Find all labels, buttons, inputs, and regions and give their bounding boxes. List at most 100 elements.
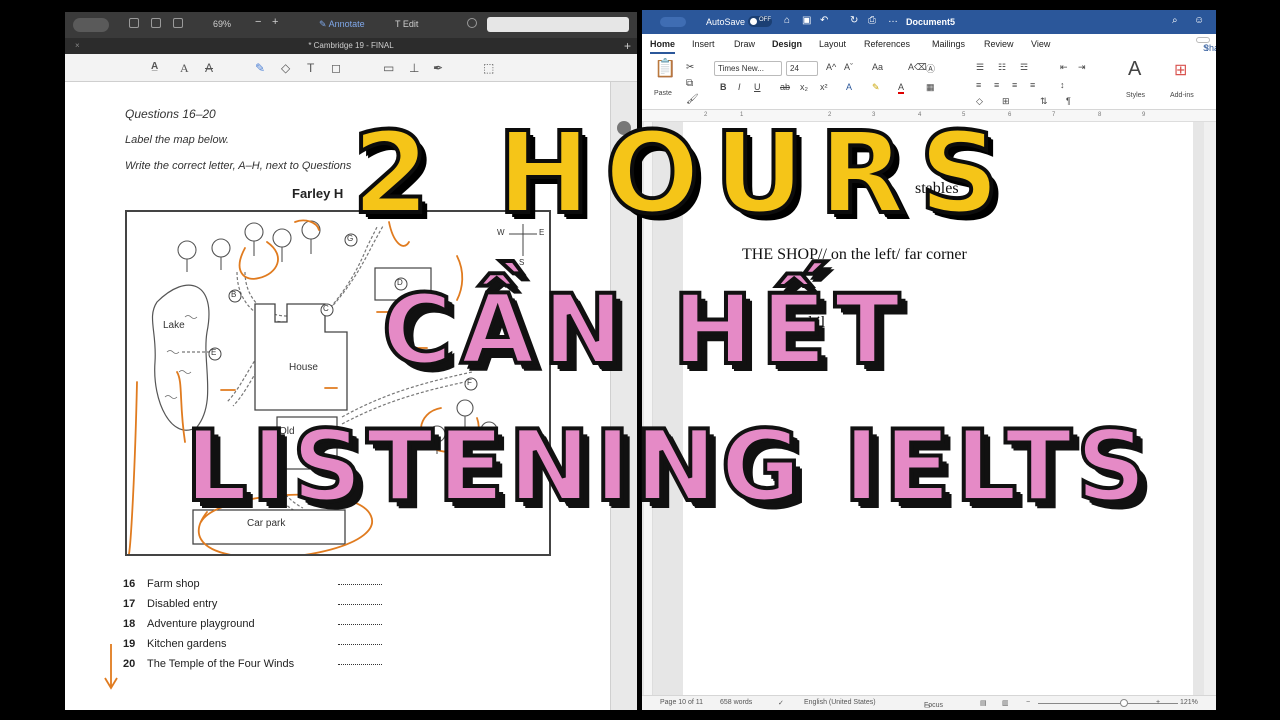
font-size-select[interactable]: 24 xyxy=(786,61,818,76)
justify-icon[interactable]: ≡ xyxy=(1030,80,1035,90)
more-icon[interactable]: … xyxy=(888,14,898,25)
autosave-toggle[interactable]: OFF xyxy=(748,16,772,27)
comment-icon[interactable]: ▭ xyxy=(383,61,394,75)
word-scrollbar[interactable] xyxy=(1204,122,1216,695)
grid-view-icon[interactable] xyxy=(151,18,161,28)
text-box-icon[interactable]: T xyxy=(307,61,314,75)
eraser-icon[interactable]: ◇ xyxy=(281,61,290,75)
zoom-out-button[interactable]: − xyxy=(255,16,261,28)
sidebar-toggle-button[interactable] xyxy=(660,17,686,27)
question-number: 19 xyxy=(123,638,136,650)
zoom-in-button[interactable]: + xyxy=(1156,699,1160,706)
highlight-icon[interactable]: ✎ xyxy=(872,82,880,93)
tab-view[interactable]: View xyxy=(1031,39,1050,49)
underline-button[interactable]: U xyxy=(754,82,761,92)
numbering-icon[interactable]: ☷ xyxy=(998,62,1006,73)
multilevel-icon[interactable]: ☲ xyxy=(1020,62,1028,73)
single-page-icon[interactable] xyxy=(129,18,139,28)
font-icon[interactable]: A xyxy=(180,61,189,76)
new-tab-button[interactable]: + xyxy=(624,39,631,53)
clear-formatting-icon[interactable]: A⌫ xyxy=(908,62,927,73)
share-button[interactable]: ⇪ Share xyxy=(1196,37,1216,53)
sidebar-toggle-button[interactable] xyxy=(73,18,109,32)
clipboard-icon[interactable]: 📋 xyxy=(654,58,676,79)
strikethrough-icon[interactable]: A xyxy=(205,61,213,75)
zoom-in-button[interactable]: + xyxy=(272,16,278,28)
align-left-icon[interactable]: ≡ xyxy=(976,80,981,90)
increase-indent-icon[interactable]: ⇥ xyxy=(1078,62,1086,73)
account-icon[interactable]: ☺ xyxy=(1194,15,1204,26)
subscript-button[interactable]: x₂ xyxy=(800,82,808,92)
word-count[interactable]: 658 words xyxy=(720,699,752,706)
answer-row: 17 Disabled entry xyxy=(123,598,382,610)
home-icon[interactable]: ⌂ xyxy=(784,15,790,26)
strikethrough-button[interactable]: ab xyxy=(780,82,790,92)
styles-icon[interactable]: A xyxy=(1128,58,1141,81)
proofing-icon[interactable]: ✓ xyxy=(778,699,784,707)
grow-font-icon[interactable]: A^ xyxy=(826,62,836,72)
cut-icon[interactable]: ✂ xyxy=(686,62,694,73)
highlighter-icon[interactable]: ✎ xyxy=(255,61,265,75)
bold-button[interactable]: B xyxy=(720,82,727,92)
stamp-icon[interactable]: ⊥ xyxy=(409,61,419,75)
map-marker-c: C xyxy=(323,304,329,313)
answer-blank xyxy=(338,664,382,665)
paragraph-shading-icon[interactable]: ◇ xyxy=(976,96,983,107)
align-center-icon[interactable]: ≡ xyxy=(994,80,999,90)
save-icon[interactable]: ▣ xyxy=(802,15,811,26)
ruler-tick: 8 xyxy=(1098,112,1102,118)
edit-tab[interactable]: T Edit xyxy=(395,19,418,29)
focus-label: Focus xyxy=(924,702,944,709)
select-area-icon[interactable]: ⬚ xyxy=(483,61,494,75)
annotate-tab[interactable]: ✎ Annotate xyxy=(319,19,365,30)
document-tab[interactable]: * Cambridge 19 - FINAL xyxy=(65,41,637,50)
font-color-icon[interactable]: A xyxy=(898,82,905,94)
share-icon[interactable] xyxy=(467,18,477,28)
ruler-tick: 7 xyxy=(1052,112,1056,118)
search-icon[interactable]: ⌕ xyxy=(1172,15,1178,26)
copy-icon[interactable]: ⧉ xyxy=(686,78,693,89)
screen: 69% − + ✎ Annotate T Edit × * Cambridge … xyxy=(0,0,1280,720)
pdf-search-input[interactable] xyxy=(487,17,629,32)
shape-icon[interactable]: ◻ xyxy=(331,61,341,75)
print-layout-icon[interactable]: ▤ xyxy=(980,699,987,707)
language-indicator[interactable]: English (United States) xyxy=(804,699,876,706)
zoom-level[interactable]: 121% xyxy=(1180,699,1198,706)
signature-icon[interactable]: ✒ xyxy=(433,61,443,75)
add-ins-icon[interactable]: ⊞ xyxy=(1174,60,1187,80)
line-spacing-icon[interactable]: ↕ xyxy=(1060,80,1065,90)
print-icon[interactable]: ⎙ xyxy=(868,15,876,26)
tab-design[interactable]: Design xyxy=(772,39,802,49)
change-case-icon[interactable]: Aa xyxy=(872,62,883,72)
character-border-icon[interactable]: Ⓐ xyxy=(926,62,935,75)
shrink-font-icon[interactable]: Aˇ xyxy=(844,62,853,72)
sort-icon[interactable]: ⇅ xyxy=(1040,96,1048,107)
tab-insert[interactable]: Insert xyxy=(692,39,715,49)
font-name-select[interactable]: Times New... xyxy=(714,61,782,76)
shading-icon[interactable]: ▦ xyxy=(926,82,935,93)
borders-icon[interactable]: ⊞ xyxy=(1002,96,1010,107)
tab-home[interactable]: Home xyxy=(650,39,676,54)
text-effects-icon[interactable]: A xyxy=(846,82,852,92)
superscript-button[interactable]: x² xyxy=(820,82,828,92)
thumbnails-icon[interactable] xyxy=(173,18,183,28)
redo-icon[interactable]: ↻ xyxy=(850,15,858,26)
tab-mailings[interactable]: Mailings xyxy=(932,39,965,49)
text-style-icon[interactable]: A̲ xyxy=(151,61,158,72)
bullets-icon[interactable]: ☰ xyxy=(976,62,984,73)
zoom-level[interactable]: 69% xyxy=(213,19,231,29)
tab-review[interactable]: Review xyxy=(984,39,1014,49)
tab-layout[interactable]: Layout xyxy=(819,39,846,49)
align-right-icon[interactable]: ≡ xyxy=(1012,80,1017,90)
zoom-out-button[interactable]: − xyxy=(1026,699,1030,706)
format-painter-icon[interactable]: 🖌 xyxy=(686,94,699,105)
tab-references[interactable]: References xyxy=(864,39,910,49)
page-count[interactable]: Page 10 of 11 xyxy=(660,699,703,706)
italic-button[interactable]: I xyxy=(738,82,741,92)
decrease-indent-icon[interactable]: ⇤ xyxy=(1060,62,1068,73)
zoom-slider-thumb[interactable] xyxy=(1120,699,1128,707)
show-paragraph-icon[interactable]: ¶ xyxy=(1066,96,1071,106)
web-layout-icon[interactable]: ▥ xyxy=(1002,699,1009,707)
tab-draw[interactable]: Draw xyxy=(734,39,755,49)
undo-icon[interactable]: ↶ xyxy=(820,15,828,26)
